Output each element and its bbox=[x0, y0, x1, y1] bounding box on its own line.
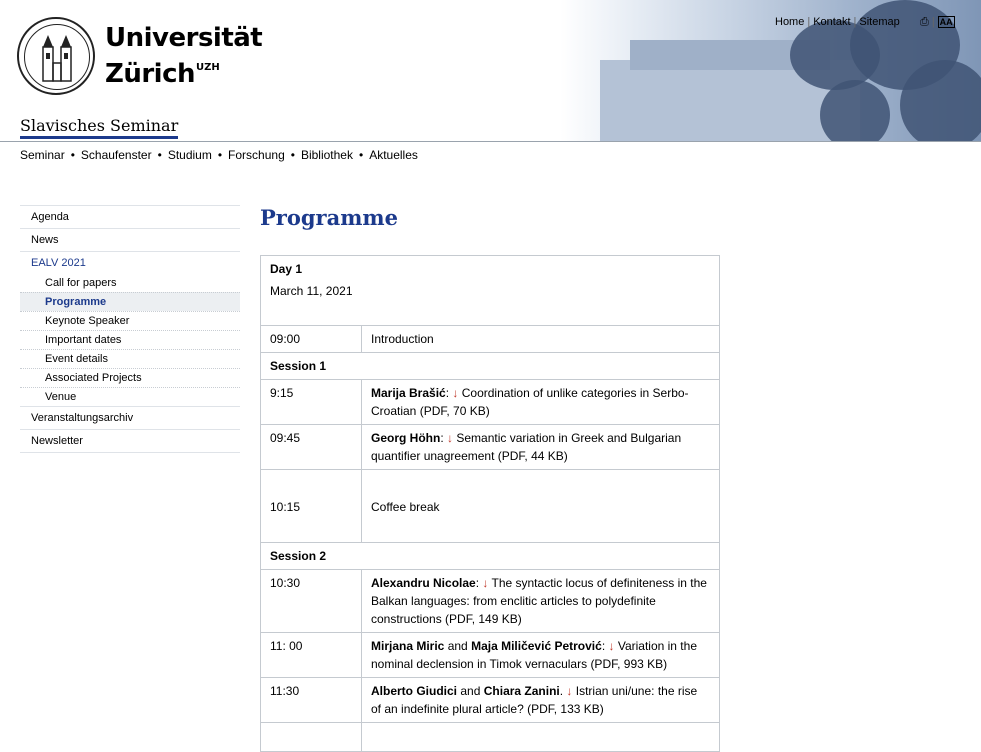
speaker-name: Marija Brašić bbox=[371, 386, 446, 400]
nav-aktuelles[interactable]: Aktuelles bbox=[369, 148, 418, 162]
download-arrow-icon: ↓ bbox=[608, 639, 615, 653]
download-arrow-icon: ↓ bbox=[452, 386, 459, 400]
time-cell: 09:00 bbox=[260, 325, 362, 353]
table-row: 9:15 Marija Brašić: ↓ Coordination of un… bbox=[260, 379, 720, 425]
site-title[interactable]: Slavisches Seminar bbox=[20, 116, 179, 139]
speaker-name: Alexandru Nicolae bbox=[371, 576, 476, 590]
sidebar-nav: Agenda News EALV 2021 Call for papers Pr… bbox=[20, 205, 240, 453]
event-cell: Marija Brašić: ↓ Coordination of unlike … bbox=[361, 379, 720, 425]
time-cell: 10:15 bbox=[260, 469, 362, 543]
print-icon[interactable]: ⎙ bbox=[920, 16, 929, 28]
download-arrow-icon: ↓ bbox=[447, 431, 453, 445]
table-row: 09:00 Introduction bbox=[260, 325, 720, 353]
service-link-home[interactable]: Home bbox=[775, 16, 804, 28]
day-label: Day 1 bbox=[270, 262, 303, 276]
event-cell: Introduction bbox=[361, 325, 720, 353]
table-row: 11: 00 Mirjana Miric and Maja Miličević … bbox=[260, 632, 720, 678]
nav-forschung[interactable]: Forschung bbox=[228, 148, 285, 162]
font-size-icon[interactable]: AA bbox=[937, 16, 955, 28]
sidebar-subitem-important-dates[interactable]: Important dates bbox=[20, 330, 240, 349]
page-header: Universität ZürichUZH Home | Kontakt | Sitem… bbox=[0, 0, 981, 142]
time-cell: 11:30 bbox=[260, 677, 362, 723]
sidebar-item-agenda[interactable]: Agenda bbox=[20, 205, 240, 228]
grossmuenster-towers-icon bbox=[42, 35, 72, 82]
event-cell bbox=[361, 722, 720, 752]
event-cell: Georg Höhn: ↓ Semantic variation in Gree… bbox=[361, 424, 720, 470]
sidebar-subitem-keynote-speaker[interactable]: Keynote Speaker bbox=[20, 311, 240, 330]
uzh-superscript: UZH bbox=[196, 62, 220, 73]
sidebar-end-rule bbox=[20, 452, 240, 453]
speaker-name: Georg Höhn bbox=[371, 431, 441, 445]
university-name-line2: ZürichUZH bbox=[105, 59, 220, 89]
sidebar-item-ealv-2021[interactable]: EALV 2021 bbox=[20, 251, 240, 274]
session-header-cell: Session 2 bbox=[260, 542, 720, 570]
nav-seminar[interactable]: Seminar bbox=[20, 148, 65, 162]
sidebar-subitem-event-details[interactable]: Event details bbox=[20, 349, 240, 368]
conjunction: and bbox=[460, 684, 481, 698]
sidebar-item-news[interactable]: News bbox=[20, 228, 240, 251]
speaker-name: Maja Miličević Petrović bbox=[471, 639, 602, 653]
table-row bbox=[260, 722, 720, 752]
day-header-cell: Day 1 March 11, 2021 bbox=[260, 255, 720, 326]
sidebar-item-veranstaltungsarchiv[interactable]: Veranstaltungsarchiv bbox=[20, 406, 240, 429]
time-cell: 10:30 bbox=[260, 569, 362, 633]
sidebar-subitem-call-for-papers[interactable]: Call for papers bbox=[20, 274, 240, 292]
sidebar-item-newsletter[interactable]: Newsletter bbox=[20, 429, 240, 452]
table-row: Session 1 bbox=[260, 352, 720, 380]
sidebar-subitem-programme[interactable]: Programme bbox=[20, 292, 240, 311]
university-seal-logo[interactable] bbox=[17, 17, 95, 95]
sidebar-subitem-associated-projects[interactable]: Associated Projects bbox=[20, 368, 240, 387]
university-wordmark[interactable]: Universität ZürichUZH bbox=[105, 23, 263, 89]
nav-studium[interactable]: Studium bbox=[168, 148, 212, 162]
table-row: Session 2 bbox=[260, 542, 720, 570]
service-nav: Home | Kontakt | Sitemap bbox=[775, 16, 900, 28]
time-cell: 9:15 bbox=[260, 379, 362, 425]
service-icons: ⎙ | AA bbox=[920, 16, 955, 28]
speaker-name: Chiara Zanini bbox=[483, 684, 560, 698]
page-title: Programme bbox=[260, 205, 399, 230]
sidebar-subnav: Call for papers Programme Keynote Speake… bbox=[20, 274, 240, 406]
programme-table: Day 1 March 11, 2021 09:00 Introduction … bbox=[260, 255, 720, 752]
table-row: 10:15 Coffee break bbox=[260, 469, 720, 543]
event-cell: Alberto Giudici and Chiara Zanini. ↓ Ist… bbox=[361, 677, 720, 723]
day-date: March 11, 2021 bbox=[270, 284, 353, 298]
university-name-line1: Universität bbox=[105, 23, 263, 53]
sidebar-subitem-venue[interactable]: Venue bbox=[20, 387, 240, 406]
time-cell: 11: 00 bbox=[260, 632, 362, 678]
download-arrow-icon: ↓ bbox=[566, 684, 573, 698]
conjunction: and bbox=[447, 639, 468, 653]
event-cell: Mirjana Miric and Maja Miličević Petrovi… bbox=[361, 632, 720, 678]
service-link-kontakt[interactable]: Kontakt bbox=[813, 16, 850, 28]
table-row: 10:30 Alexandru Nicolae: ↓ The syntactic… bbox=[260, 569, 720, 633]
main-nav: Seminar • Schaufenster • Studium • Forschung • B… bbox=[20, 148, 418, 162]
header-divider bbox=[0, 141, 981, 142]
table-row: 11:30 Alberto Giudici and Chiara Zanini.… bbox=[260, 677, 720, 723]
table-row: Day 1 March 11, 2021 bbox=[260, 255, 720, 326]
speaker-name: Mirjana Miric bbox=[371, 639, 445, 653]
event-cell: Alexandru Nicolae: ↓ The syntactic locus… bbox=[361, 569, 720, 633]
session-label: Session 1 bbox=[270, 359, 327, 373]
service-link-sitemap[interactable]: Sitemap bbox=[859, 16, 899, 28]
table-row: 09:45 Georg Höhn: ↓ Semantic variation i… bbox=[260, 424, 720, 470]
time-cell: 09:45 bbox=[260, 424, 362, 470]
header-photo bbox=[560, 0, 981, 142]
nav-bibliothek[interactable]: Bibliothek bbox=[301, 148, 353, 162]
download-arrow-icon: ↓ bbox=[482, 576, 489, 590]
time-cell bbox=[260, 722, 362, 752]
nav-schaufenster[interactable]: Schaufenster bbox=[81, 148, 152, 162]
event-cell: Coffee break bbox=[361, 469, 720, 543]
speaker-name: Alberto Giudici bbox=[371, 684, 458, 698]
session-header-cell: Session 1 bbox=[260, 352, 720, 380]
session-label: Session 2 bbox=[270, 549, 327, 563]
